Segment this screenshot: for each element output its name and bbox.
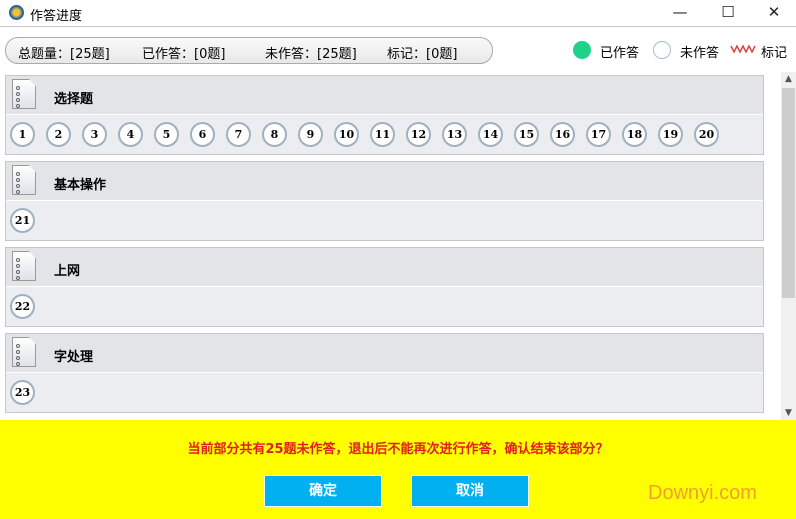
marked-count: 标记：[0题] [387,47,458,62]
document-icon [12,79,36,109]
unanswered-dot-icon [653,41,671,59]
question-button[interactable]: 16 [550,122,575,147]
section-title: 字处理 [54,350,94,365]
maximize-button[interactable]: ☐ [705,0,751,26]
question-button[interactable]: 8 [262,122,287,147]
scroll-thumb[interactable] [782,88,795,298]
close-button[interactable]: ✕ [751,0,796,26]
section-header: 基本操作 [6,162,763,201]
question-button[interactable]: 10 [334,122,359,147]
question-button[interactable]: 18 [622,122,647,147]
question-button[interactable]: 14 [478,122,503,147]
question-button[interactable]: 13 [442,122,467,147]
total-count: 总题量：[25题] [18,47,110,62]
question-button[interactable]: 5 [154,122,179,147]
answered-dot-icon [573,41,591,59]
question-button[interactable]: 4 [118,122,143,147]
mark-wave-icon [730,44,756,54]
legend-marked: 标记 [761,46,788,61]
question-button[interactable]: 11 [370,122,395,147]
confirm-panel: 当前部分共有25题未作答，退出后不能再次进行作答，确认结束该部分？ 确定 取消 … [0,420,796,519]
question-button[interactable]: 22 [10,294,35,319]
document-icon [12,251,36,281]
question-button[interactable]: 15 [514,122,539,147]
document-icon [12,165,36,195]
answered-count: 已作答：[0题] [142,47,226,62]
question-button[interactable]: 9 [298,122,323,147]
section-title: 基本操作 [54,178,107,193]
minimize-button[interactable]: — [657,0,703,26]
question-button[interactable]: 20 [694,122,719,147]
watermark: Downyi.com [648,482,757,504]
question-button[interactable]: 17 [586,122,611,147]
section-2: 上网 22 [5,247,764,327]
window-title: 作答进度 [30,9,83,24]
unanswered-count: 未作答：[25题] [265,47,357,62]
scroll-up-icon[interactable]: ▲ [781,74,796,84]
question-button[interactable]: 2 [46,122,71,147]
summary-bar: 总题量：[25题] 已作答：[0题] 未作答：[25题] 标记：[0题] [5,37,493,64]
confirm-message: 当前部分共有25题未作答，退出后不能再次进行作答，确认结束该部分？ [187,442,609,457]
section-3: 字处理 23 [5,333,764,413]
section-title: 选择题 [54,92,94,107]
section-header: 上网 [6,248,763,287]
confirm-button[interactable]: 确定 [264,475,382,507]
title-bar: 作答进度 — ☐ ✕ [0,0,796,27]
question-button[interactable]: 19 [658,122,683,147]
cancel-button[interactable]: 取消 [411,475,529,507]
question-button[interactable]: 7 [226,122,251,147]
question-button[interactable]: 21 [10,208,35,233]
section-header: 选择题 [6,76,763,115]
question-button[interactable]: 6 [190,122,215,147]
section-title: 上网 [54,264,81,279]
legend-answered: 已作答 [600,46,640,61]
scrollbar[interactable]: ▲ ▼ [781,72,796,420]
question-list: 选择题 1 2 3 4 5 6 7 8 9 10 11 12 13 14 15 16 17 18 19 20 基本操作 21… [0,72,781,420]
legend-unanswered: 未作答 [680,46,720,61]
question-button[interactable]: 12 [406,122,431,147]
section-header: 字处理 [6,334,763,373]
question-button[interactable]: 23 [10,380,35,405]
section-1: 基本操作 21 [5,161,764,241]
app-logo-icon [9,5,24,20]
question-button[interactable]: 3 [82,122,107,147]
document-icon [12,337,36,367]
question-button[interactable]: 1 [10,122,35,147]
section-0: 选择题 1 2 3 4 5 6 7 8 9 10 11 12 13 14 15 16 17 18 19 20 [5,75,764,155]
scroll-down-icon[interactable]: ▼ [781,408,796,418]
